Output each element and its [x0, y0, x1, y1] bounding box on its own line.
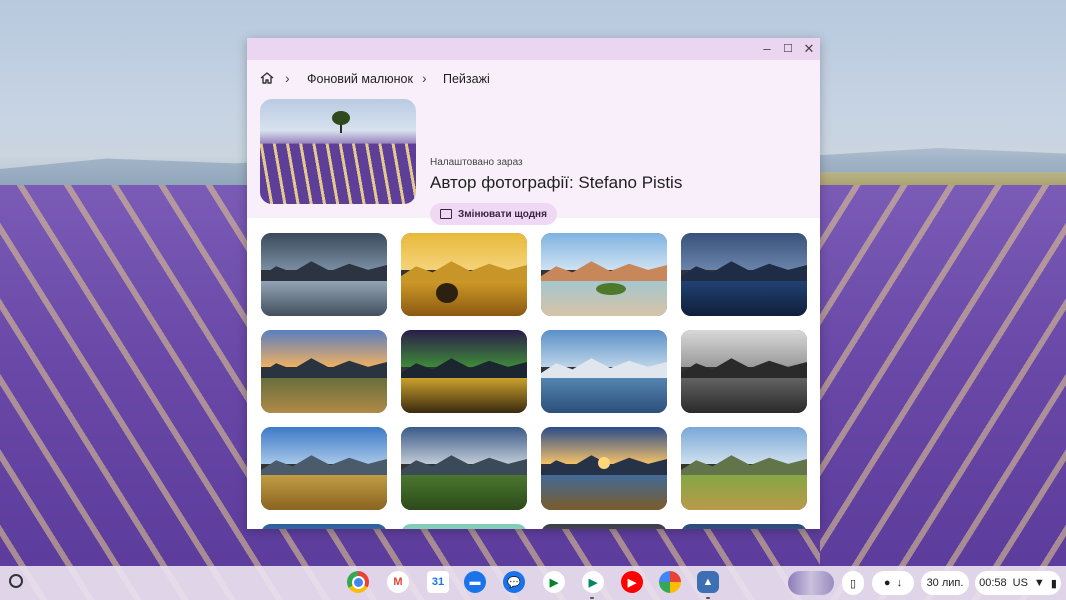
wifi-icon: ▼	[1033, 577, 1045, 589]
wallpaper-app-window: – ☐ ✕ › Фоновий малюнок › Пейзажі Налашт…	[247, 38, 820, 529]
current-wallpaper-section: › Фоновий малюнок › Пейзажі Налаштовано …	[247, 60, 820, 225]
home-icon[interactable]	[259, 70, 275, 86]
status-tray[interactable]: 00:58 US ▼ ▮	[975, 571, 1061, 595]
current-label: Налаштовано зараз	[430, 157, 523, 168]
wallpaper-lavender-field-right	[820, 185, 1066, 600]
wallpaper-thumbnail-snowy-peaks-reflection[interactable]	[541, 330, 667, 413]
wallpaper-thumbnail-green-valley-river[interactable]	[681, 427, 807, 510]
change-daily-label: Змінювати щодня	[458, 208, 547, 220]
keyboard-label: US	[1012, 577, 1028, 589]
date-label: 30 лип.	[926, 577, 964, 589]
thumbnail-rock	[596, 283, 626, 295]
breadcrumb-landscapes: Пейзажі	[443, 72, 490, 86]
breadcrumb-wallpaper[interactable]: Фоновий малюнок	[307, 72, 413, 86]
thumbnail-sky	[681, 524, 807, 529]
gmail-app-icon[interactable]: M	[387, 571, 409, 593]
running-indicator	[706, 597, 710, 599]
photo-author: Автор фотографії: Stefano Pistis	[430, 173, 683, 192]
title-bar[interactable]: – ☐ ✕	[247, 38, 820, 60]
download-icon: ↓	[896, 577, 903, 589]
battery-icon: ▮	[1050, 577, 1057, 590]
thumbnail-land	[261, 470, 387, 510]
thumbnail-sky	[681, 233, 807, 271]
youtube-app-icon[interactable]: ▶	[621, 571, 643, 593]
thumbnail-sky	[261, 427, 387, 465]
thumbnail-sky	[681, 427, 807, 465]
wallpaper-app-icon[interactable]: ▲	[697, 571, 719, 593]
wallpaper-thumbnail-lake-sunrise[interactable]	[541, 427, 667, 510]
thumbnail-sky	[541, 233, 667, 271]
date-tray[interactable]: 30 лип.	[921, 571, 969, 595]
slideshow-icon	[440, 209, 452, 219]
meet-app-icon[interactable]: ▶	[543, 571, 565, 593]
thumbnail-land	[681, 470, 807, 510]
chrome-app-icon[interactable]	[347, 571, 369, 593]
shelf: M 31 ▬ 💬 ▶ ▶ ▶ ▲ ▯ ● ↓ 30 лип. 00:58 US …	[0, 566, 1066, 600]
screen-capture-icon: ●	[883, 577, 891, 589]
thumbnail-land	[681, 276, 807, 316]
wallpaper-thumbnail-sandy-coast-mossy-rock[interactable]	[541, 233, 667, 316]
time-label: 00:58	[979, 577, 1007, 589]
running-indicator	[590, 597, 594, 599]
thumbnail-sky	[261, 330, 387, 368]
wallpaper-thumbnail-partial-row-1[interactable]	[261, 524, 387, 529]
tree-crown	[332, 111, 350, 125]
minimize-button[interactable]: –	[759, 41, 775, 57]
thumbnail-sky	[261, 524, 387, 529]
photos-app-icon[interactable]	[659, 571, 681, 593]
wallpaper-thumbnail-partial-row-3[interactable]	[541, 524, 667, 529]
thumbnail-sky	[541, 330, 667, 368]
thumbnail-sky	[261, 233, 387, 271]
wallpaper-thumbnail-valley-sunset-road[interactable]	[261, 330, 387, 413]
thumbnail-sun	[598, 457, 610, 469]
phone-hub-icon[interactable]: ▯	[842, 571, 864, 595]
thumbnail-rock	[436, 283, 458, 303]
wallpaper-thumbnail-blue-lake-mountains[interactable]	[681, 233, 807, 316]
thumbnail-land	[261, 373, 387, 413]
thumbnail-sky	[401, 427, 527, 465]
holding-space-thumbnails[interactable]	[788, 571, 834, 595]
launcher-button[interactable]	[9, 574, 23, 588]
wallpaper-thumbnail-partial-row-4[interactable]	[681, 524, 807, 529]
thumbnail-land	[401, 373, 527, 413]
current-wallpaper-preview	[260, 99, 416, 204]
wallpaper-thumbnail-green-meadow-dusk[interactable]	[401, 427, 527, 510]
wallpaper-thumbnail-golden-sunset-beach[interactable]	[401, 233, 527, 316]
thumbnail-sky	[541, 524, 667, 529]
files-app-icon[interactable]: ▬	[464, 571, 486, 593]
thumbnail-land	[401, 276, 527, 316]
thumbnail-land	[401, 470, 527, 510]
wallpaper-thumbnail-golden-grassland-peaks[interactable]	[261, 427, 387, 510]
thumbnail-sky	[401, 524, 527, 529]
thumbnail-sky	[401, 330, 527, 368]
thumbnail-land	[681, 373, 807, 413]
thumbnail-land	[261, 276, 387, 316]
wallpaper-thumbnail-misty-fjord-reflection[interactable]	[261, 233, 387, 316]
thumbnail-sky	[401, 233, 527, 271]
thumbnail-land	[541, 470, 667, 510]
wallpaper-thumbnail-aurora-night-sky[interactable]	[401, 330, 527, 413]
thumbnail-land	[541, 276, 667, 316]
wallpaper-thumbnail-partial-row-2[interactable]	[401, 524, 527, 529]
thumbnail-land	[541, 373, 667, 413]
chevron-right-icon: ›	[422, 70, 427, 86]
downloads-tray[interactable]: ● ↓	[872, 571, 914, 595]
play-store-app-icon[interactable]: ▶	[582, 571, 604, 593]
thumbnail-sky	[681, 330, 807, 368]
wallpaper-thumbnail-monochrome-lake[interactable]	[681, 330, 807, 413]
close-button[interactable]: ✕	[801, 41, 817, 57]
calendar-app-icon[interactable]: 31	[427, 571, 449, 593]
chevron-right-icon: ›	[285, 70, 290, 86]
change-daily-button[interactable]: Змінювати щодня	[430, 203, 557, 225]
maximize-button[interactable]: ☐	[780, 41, 796, 57]
messages-app-icon[interactable]: 💬	[503, 571, 525, 593]
